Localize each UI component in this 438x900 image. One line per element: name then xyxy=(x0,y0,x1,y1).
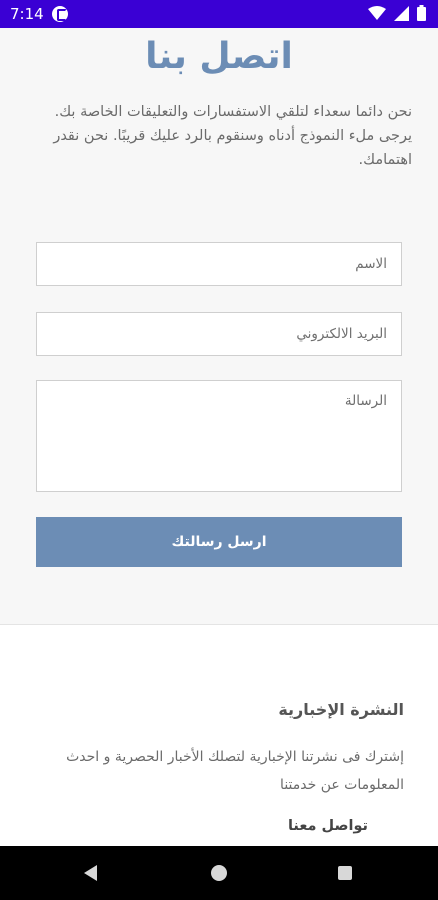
intro-text: نحن دائما سعداء لتلقي الاستفسارات والتعل… xyxy=(53,104,412,168)
section-divider xyxy=(0,624,438,625)
notification-icon xyxy=(52,6,68,22)
home-icon[interactable] xyxy=(211,865,227,881)
navigation-bar xyxy=(0,846,438,900)
battery-icon xyxy=(417,5,426,21)
email-input[interactable]: البريد الالكتروني xyxy=(36,312,402,356)
name-input[interactable]: الاسم xyxy=(36,242,402,286)
contact-us-link[interactable]: تواصل معنا xyxy=(288,818,368,834)
send-message-button[interactable]: ارسل رسالتك xyxy=(36,517,402,567)
page-title: اتصل بنا xyxy=(145,36,293,77)
wifi-icon xyxy=(368,6,386,20)
newsletter-text: إشترك فى نشرتنا الإخبارية لتصلك الأخبار … xyxy=(66,749,404,793)
signal-icon xyxy=(394,5,409,21)
contact-section: اتصل بنا نحن دائما سعداء لتلقي الاستفسار… xyxy=(0,28,438,624)
back-icon[interactable] xyxy=(84,865,97,881)
message-textarea[interactable]: الرسالة xyxy=(36,380,402,492)
status-bar: 7:14 xyxy=(0,0,438,28)
status-time: 7:14 xyxy=(10,5,44,23)
newsletter-title: النشرة الإخبارية xyxy=(278,700,404,719)
recents-icon[interactable] xyxy=(338,866,352,880)
